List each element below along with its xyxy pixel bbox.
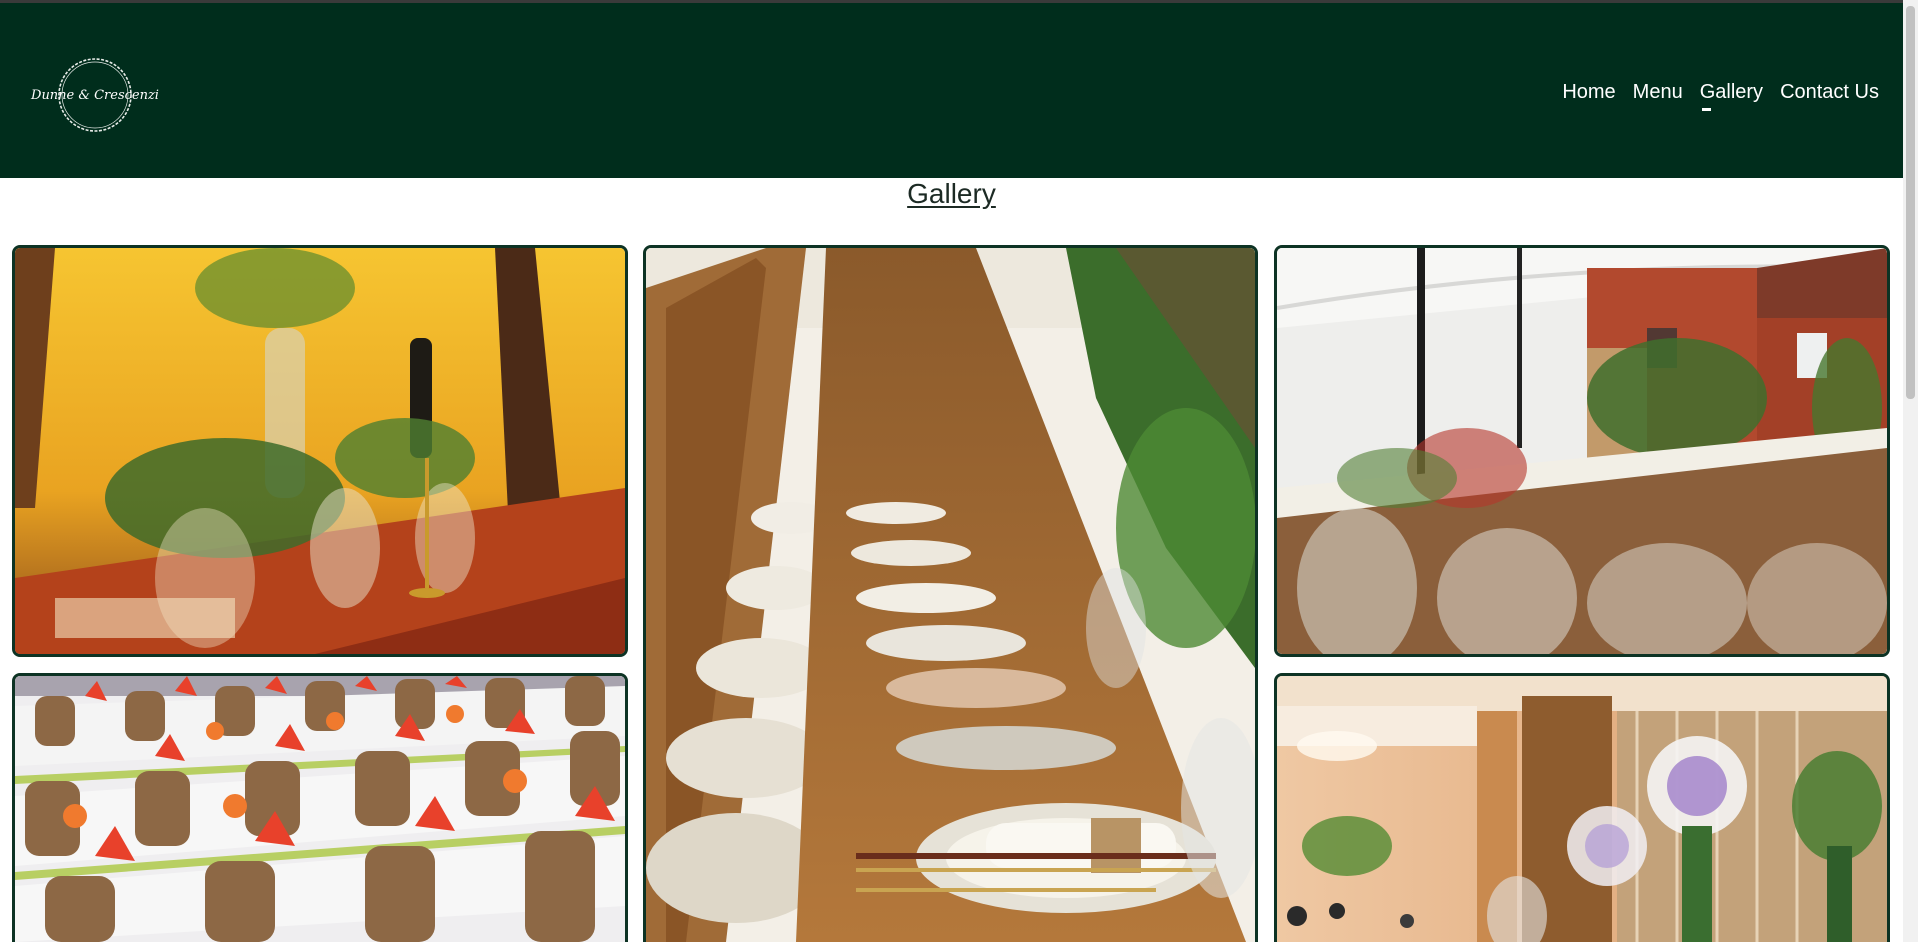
gallery-tile-3[interactable]	[1274, 245, 1890, 657]
brand-logo[interactable]: Dunne & Crescenzi	[30, 54, 160, 136]
nav-menu[interactable]: Menu	[1633, 80, 1683, 104]
long-table-place-settings-photo	[646, 248, 1255, 942]
floral-venue-hall-photo	[1277, 676, 1887, 942]
gallery-tile-1[interactable]	[12, 245, 628, 657]
courtyard-marquee-tables-photo	[1277, 248, 1887, 654]
banquet-hall-orange-napkins-photo	[15, 676, 625, 942]
scrollbar-thumb[interactable]	[1906, 6, 1915, 399]
main-nav: Home Menu Gallery Contact Us	[1562, 80, 1879, 111]
page-title: Gallery	[907, 178, 996, 209]
site-header: Dunne & Crescenzi Home Menu Gallery Cont…	[0, 3, 1903, 178]
nav-gallery[interactable]: Gallery	[1700, 80, 1763, 111]
logo-badge-icon: Dunne & Crescenzi	[30, 58, 159, 132]
gallery-tile-2[interactable]	[643, 245, 1258, 942]
nav-contact-us[interactable]: Contact Us	[1780, 80, 1879, 104]
page-scrollbar[interactable]	[1903, 0, 1918, 942]
gallery-tile-4[interactable]	[12, 673, 628, 942]
nav-home[interactable]: Home	[1562, 80, 1615, 104]
tent-table-setting-photo	[15, 248, 625, 654]
logo-text: Dunne & Crescenzi	[30, 88, 159, 103]
gallery-tile-5[interactable]	[1274, 673, 1890, 942]
